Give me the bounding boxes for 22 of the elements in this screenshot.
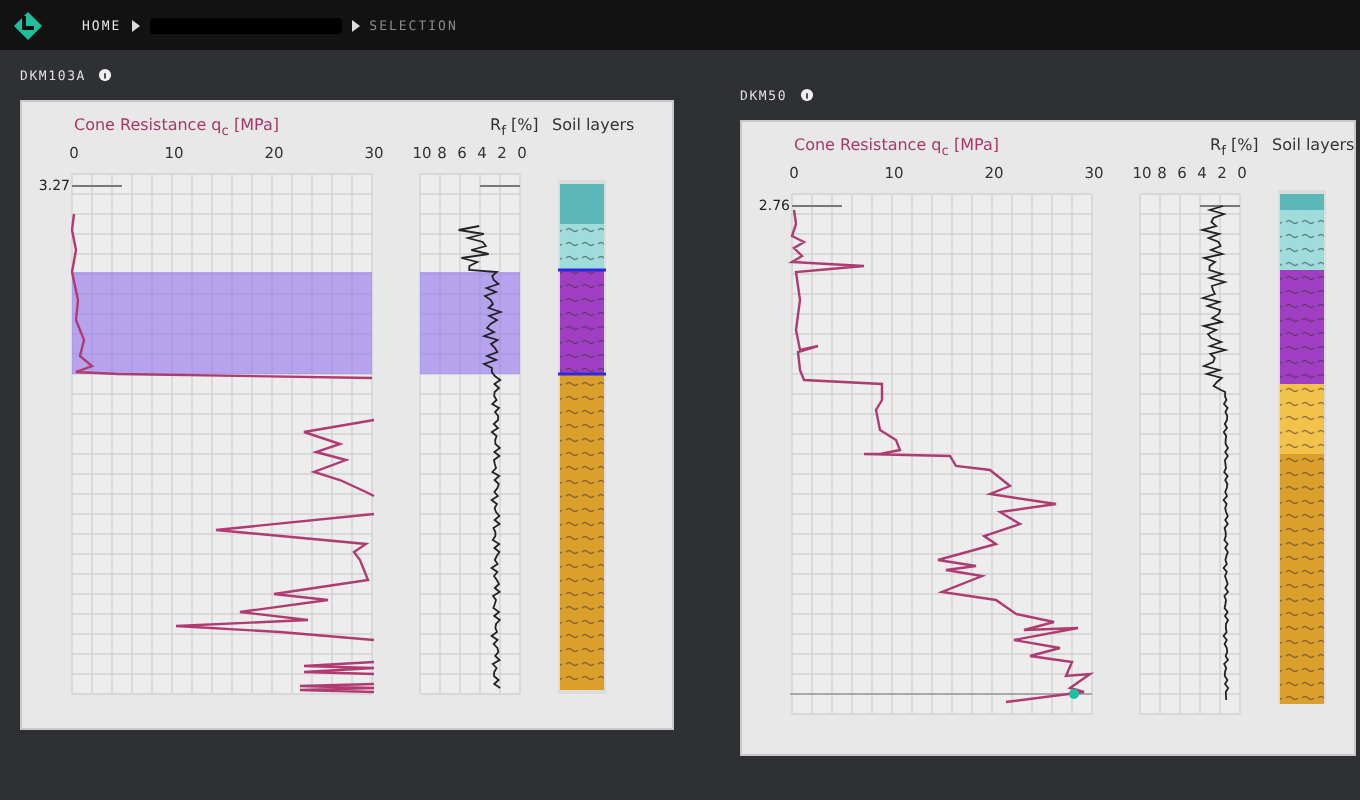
depth-line xyxy=(1199,205,1241,207)
logo-icon xyxy=(12,9,44,41)
soil-layer[interactable] xyxy=(1280,454,1324,704)
axis-title: Cone Resistance q$_{c}$ [MPa] xyxy=(794,136,999,160)
column-title: Soil layers xyxy=(552,116,635,134)
info-icon[interactable] xyxy=(799,88,814,102)
boundary-line xyxy=(558,372,606,376)
boundary-line xyxy=(558,268,606,272)
axis-title: R$_{f}$ [%] xyxy=(1210,136,1259,160)
selection-band[interactable] xyxy=(420,272,520,374)
column-title: Soil layers xyxy=(1272,136,1355,154)
depth-line xyxy=(479,185,521,187)
depth-line xyxy=(791,205,843,207)
chevron-icon xyxy=(351,19,360,31)
info-icon[interactable] xyxy=(98,68,112,82)
cursor-dot[interactable] xyxy=(1069,689,1079,699)
axis-title: Cone Resistance q$_{c}$ [MPa] xyxy=(74,116,279,140)
axis-title: R$_{f}$ [%] xyxy=(490,116,539,140)
chevron-icon xyxy=(131,19,140,31)
depth-line xyxy=(71,185,123,187)
soil-layer[interactable] xyxy=(1280,210,1324,270)
soil-layer[interactable] xyxy=(1280,384,1324,454)
